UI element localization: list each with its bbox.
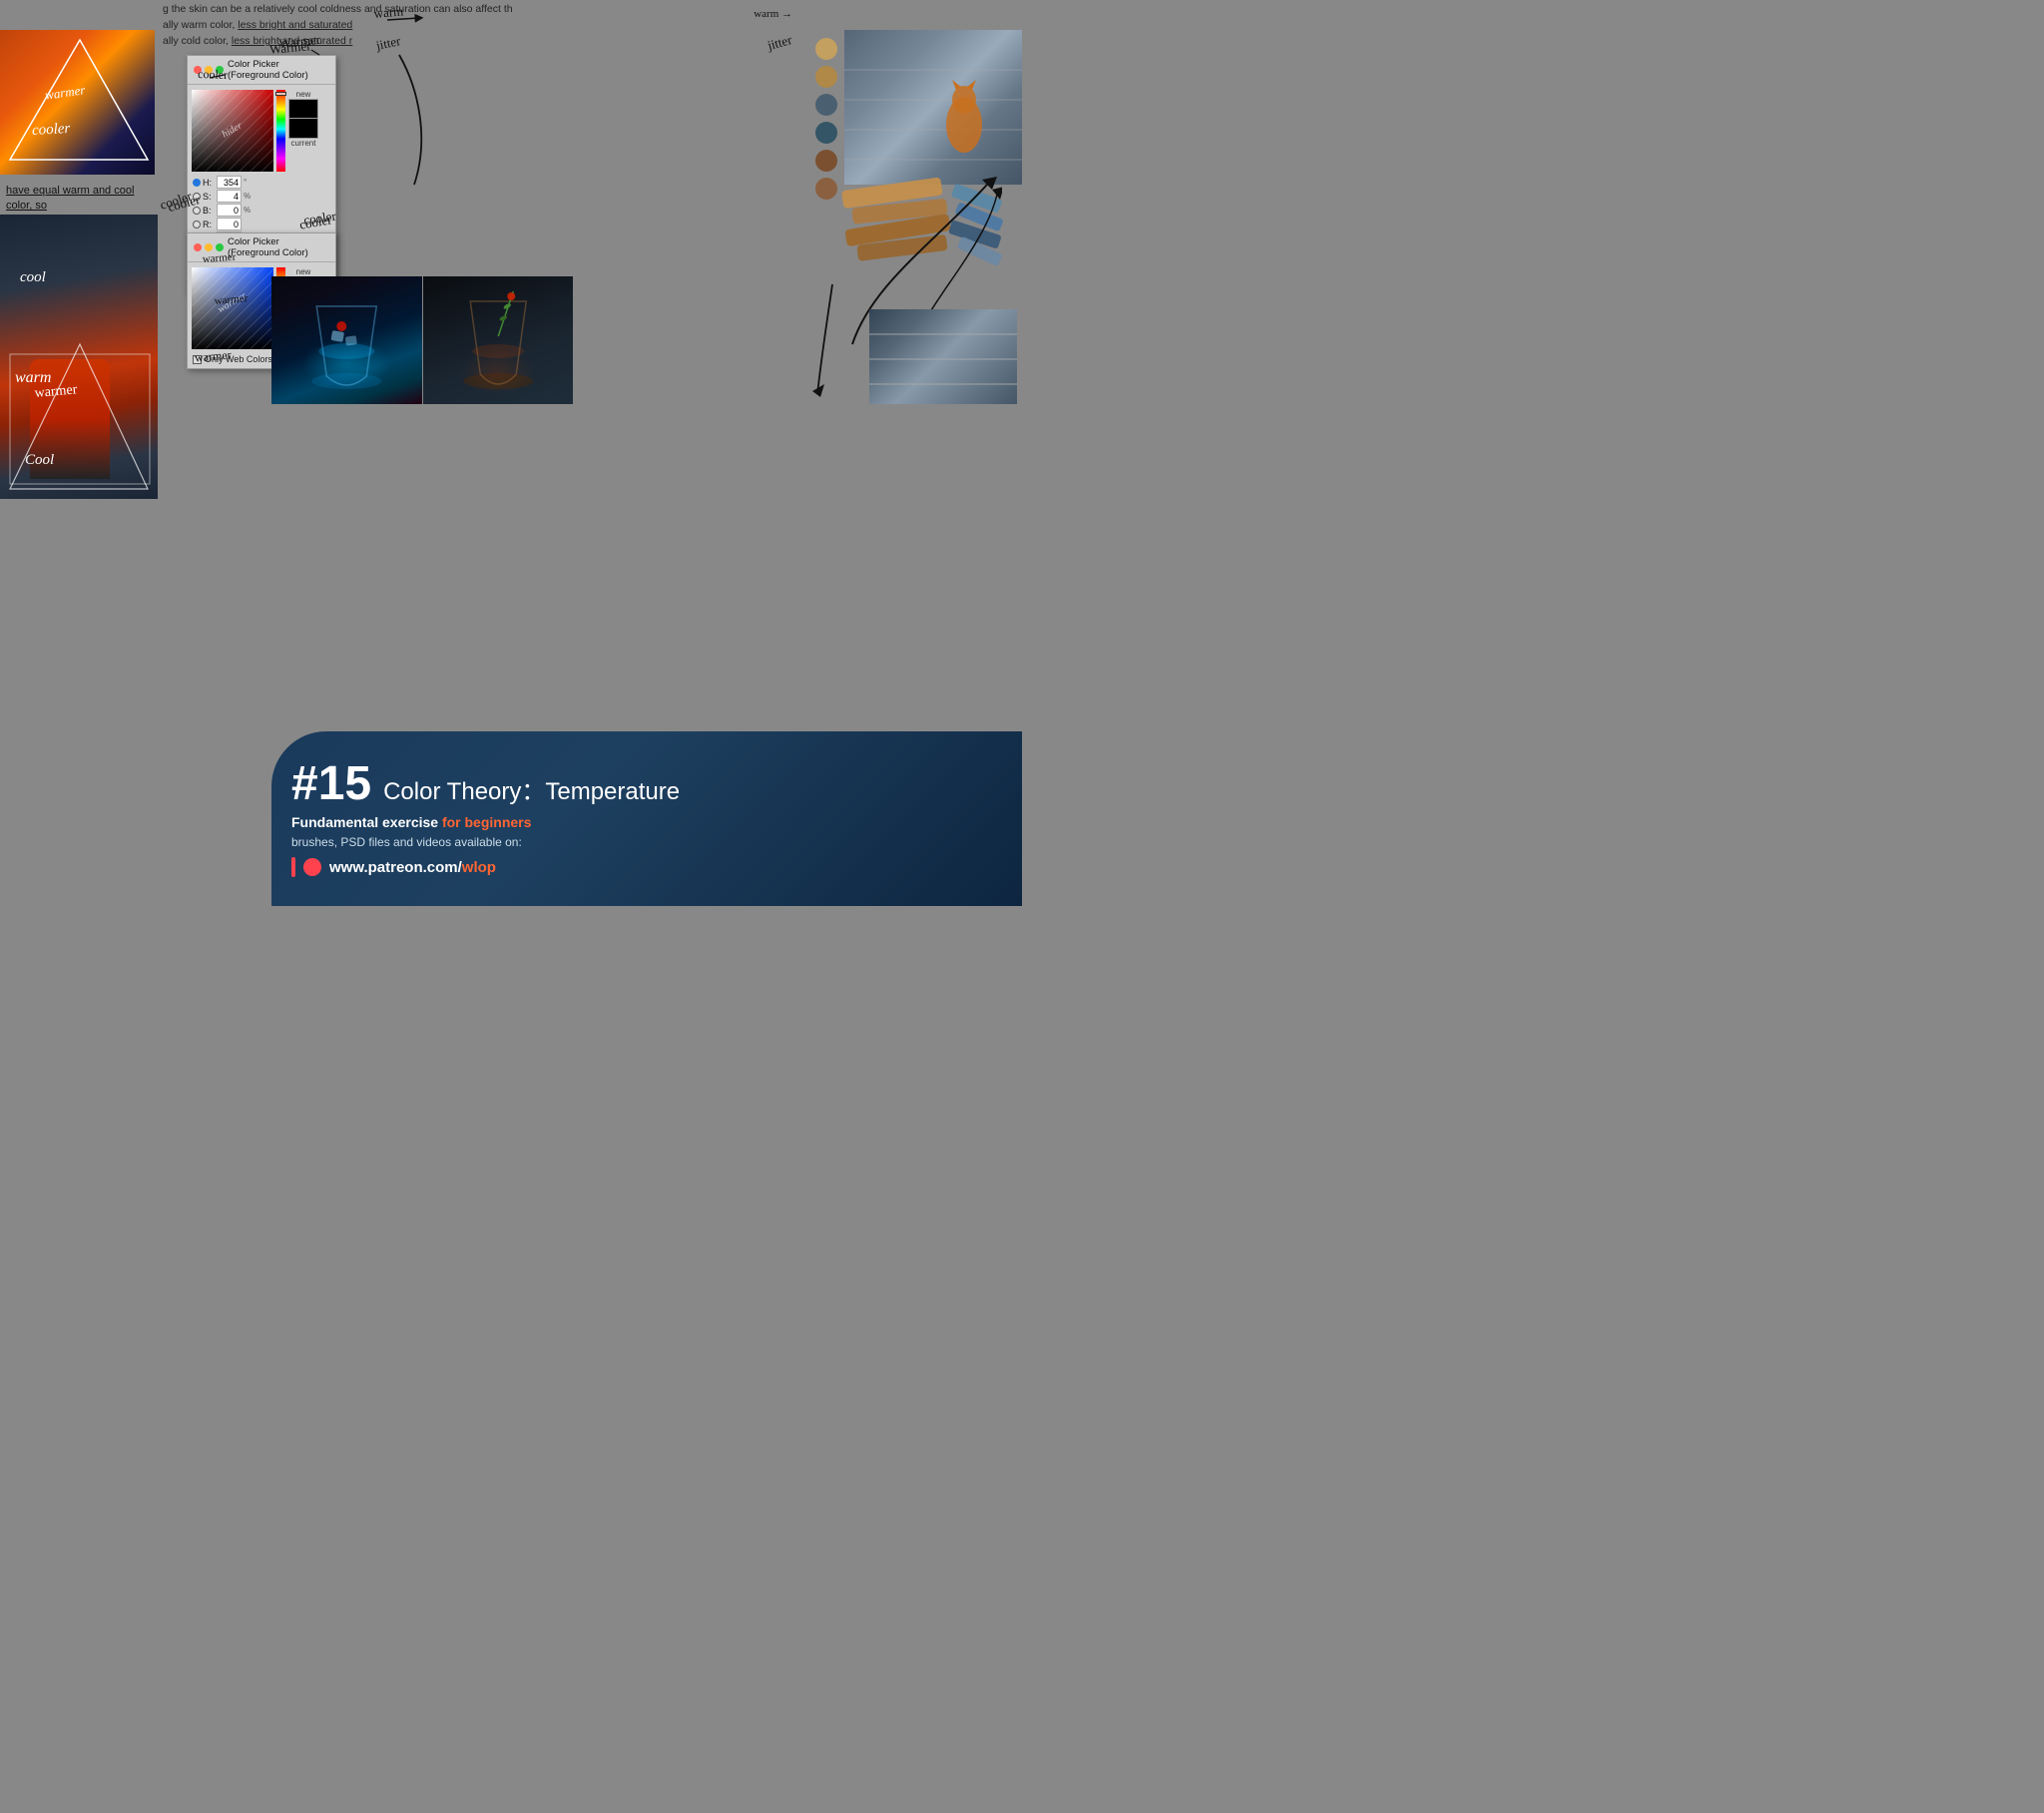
patreon-url-highlight: wlop — [462, 859, 496, 876]
cp1-title: Color Picker (Foreground Color) — [228, 59, 329, 81]
patreon-url-plain: www.patreon.com/ — [329, 859, 462, 876]
arrows-brushstroke-area — [802, 279, 862, 409]
staircase-photo-bottom — [869, 309, 1017, 404]
patreon-url[interactable]: www.patreon.com/wlop — [329, 859, 496, 876]
drink-right — [423, 276, 574, 404]
cp1-current-label: current — [288, 139, 318, 148]
drinks-grid — [271, 276, 573, 404]
top-text-line1: g the skin can be a relatively cool cold… — [163, 2, 834, 18]
artwork-bottom-left: cool warm Cool — [0, 215, 158, 499]
cp1-new-color — [288, 99, 318, 119]
patreon-bar-icon — [291, 857, 295, 877]
cp1-title-bar: Color Picker (Foreground Color) — [188, 56, 335, 85]
cp2-title: Color Picker (Foreground Color) — [228, 236, 329, 258]
cp1-r-input[interactable] — [217, 218, 242, 230]
cp1-s-input[interactable] — [217, 190, 242, 203]
text-line1: have equal warm and cool color, so — [6, 185, 134, 212]
top-text-line3: ally cold color, less bright and saturat… — [163, 34, 834, 50]
cp1-current-color — [288, 119, 318, 139]
cool-label-artwork: cool — [20, 269, 46, 286]
banner-title: Color Theory：Temperature — [383, 771, 680, 806]
banner-subtitle-plain: Fundamental exercise — [291, 814, 442, 830]
banner-subtitle-highlight: for beginners — [442, 814, 531, 830]
banner-patreon-row[interactable]: www.patreon.com/wlop — [291, 857, 1002, 877]
top-text-line2: ally warm color, less bright and saturat… — [163, 18, 834, 34]
cp1-b-input[interactable] — [217, 204, 242, 217]
cp1-new-label: new — [288, 90, 318, 99]
banner-desc: brushes, PSD files and videos available … — [291, 835, 1002, 849]
patreon-circle-icon — [303, 858, 321, 876]
swatch-3 — [815, 94, 837, 116]
cat-staircase-photo — [844, 30, 1022, 185]
top-text-area: g the skin can be a relatively cool cold… — [155, 0, 842, 51]
cp2-new-label: new — [288, 267, 318, 276]
cooler-label-on-img: cooler — [32, 121, 71, 140]
banner-top-row: #15 Color Theory：Temperature — [291, 760, 1002, 808]
cp1-h-input[interactable] — [217, 176, 242, 189]
swatch-2 — [815, 66, 837, 88]
cp1-gradient[interactable]: hider — [192, 90, 273, 172]
cp1-hue-strip[interactable] — [276, 90, 285, 172]
cool-bottom-label: Cool — [25, 452, 54, 469]
warm-arrow-annotation: warm → — [754, 8, 792, 20]
swatch-4 — [815, 122, 837, 144]
warmer-annotation-cp2: warmer — [194, 347, 232, 365]
cp2-gradient[interactable]: warmer — [192, 267, 273, 349]
warm-label-artwork: warm — [15, 369, 51, 387]
banner-subtitle: Fundamental exercise for beginners — [291, 814, 1002, 830]
banner-number: #15 — [291, 760, 371, 808]
drink-left — [271, 276, 422, 404]
swatch-1 — [815, 38, 837, 60]
bottom-banner: #15 Color Theory：Temperature Fundamental… — [271, 731, 1022, 906]
artwork-top-left: warmer cooler — [0, 30, 155, 175]
cp2-title-bar: Color Picker (Foreground Color) — [188, 233, 335, 262]
